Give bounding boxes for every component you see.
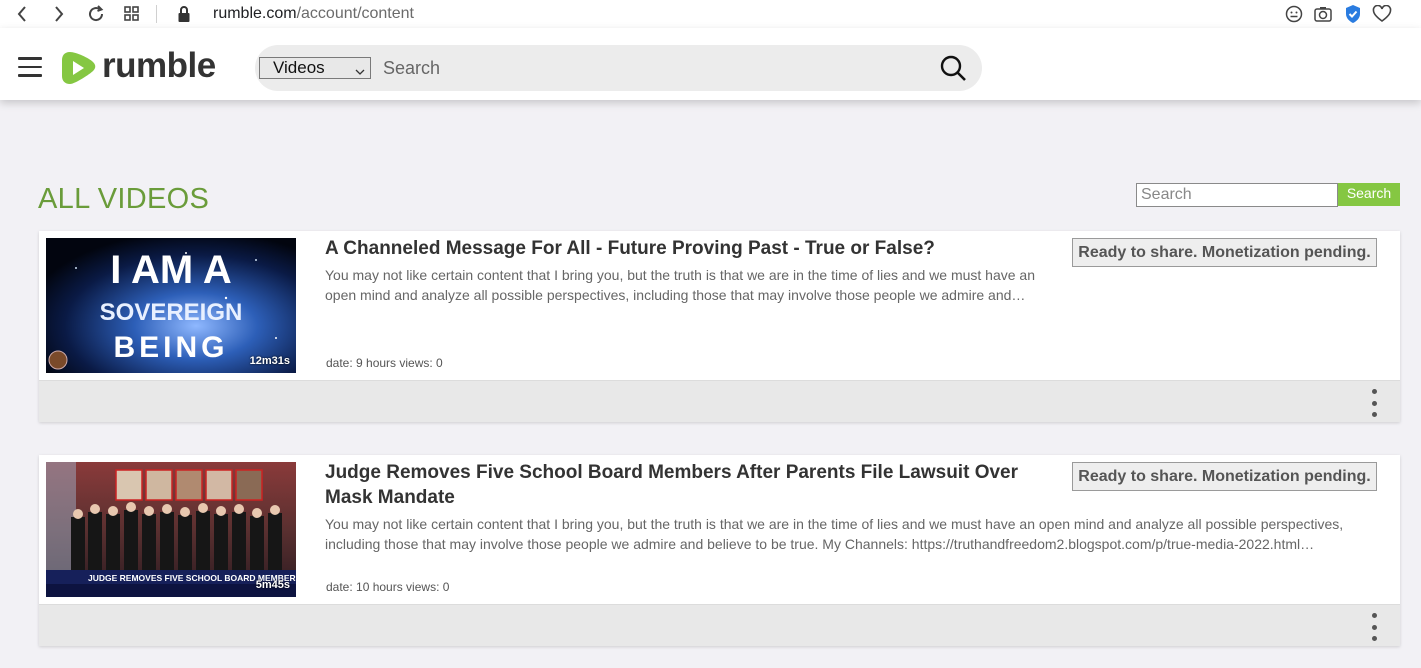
heart-icon[interactable] [1371,3,1393,25]
status-badge: Ready to share. Monetization pending. [1072,238,1377,267]
video-description: You may not like certain content that I … [325,267,1035,303]
header-search-bar: Videos Search [255,45,982,91]
header-search-input[interactable]: Search [383,58,440,79]
rumble-logo[interactable]: rumble [60,46,216,88]
video-card-footer [39,380,1400,422]
apps-grid-icon[interactable] [120,2,144,26]
video-thumbnail[interactable]: I AM A SOVEREIGN BEING 12m31s [46,238,296,373]
content-search-button[interactable]: Search [1338,183,1400,206]
lock-icon[interactable] [172,2,196,26]
site-header: rumble Videos Search [0,28,1421,100]
address-bar[interactable]: rumble.com/account/content [213,5,414,23]
search-type-select[interactable]: Videos [259,57,371,79]
content-search-input[interactable]: Search [1136,183,1338,207]
video-title[interactable]: A Channeled Message For All - Future Pro… [325,236,1060,261]
reload-icon[interactable] [84,2,108,26]
search-icon[interactable] [939,54,967,87]
video-card-footer [39,604,1400,646]
url-domain: rumble.com [213,5,297,22]
video-description: You may not like certain content that I … [325,516,1344,552]
emoji-icon[interactable] [1283,3,1305,25]
thumbnail-text-line-1: I AM A [110,248,231,292]
thumbnail-text-line-3: BEING [113,331,228,364]
video-title[interactable]: Judge Removes Five School Board Members … [325,460,1060,510]
video-card: JUDGE REMOVES FIVE SCHOOL BOARD MEMBERS … [39,455,1400,646]
logo-text: rumble [102,46,216,85]
shield-check-icon[interactable] [1342,3,1364,25]
thumbnail-text-line-2: SOVEREIGN [100,299,243,326]
video-meta: date: 9 hours views: 0 [326,356,443,370]
video-card: I AM A SOVEREIGN BEING 12m31s A Channele… [39,231,1400,422]
search-type-value: Videos [273,58,325,77]
forward-icon[interactable] [47,2,71,26]
chevron-down-icon [355,61,365,81]
more-options-icon[interactable] [1369,389,1379,417]
rumble-play-icon [62,52,96,84]
url-path: /account/content [296,5,414,22]
video-meta: date: 10 hours views: 0 [326,580,450,594]
page-title: ALL VIDEOS [38,183,210,215]
video-duration: 5m45s [255,579,290,591]
status-badge: Ready to share. Monetization pending. [1072,462,1377,491]
camera-icon[interactable] [1312,3,1334,25]
browser-toolbar: rumble.com/account/content [0,0,1421,28]
back-icon[interactable] [10,2,34,26]
menu-icon[interactable] [18,57,42,79]
video-duration: 12m31s [249,355,290,367]
more-options-icon[interactable] [1369,613,1379,641]
toolbar-divider [156,5,157,23]
video-thumbnail[interactable]: JUDGE REMOVES FIVE SCHOOL BOARD MEMBERS … [46,462,296,597]
